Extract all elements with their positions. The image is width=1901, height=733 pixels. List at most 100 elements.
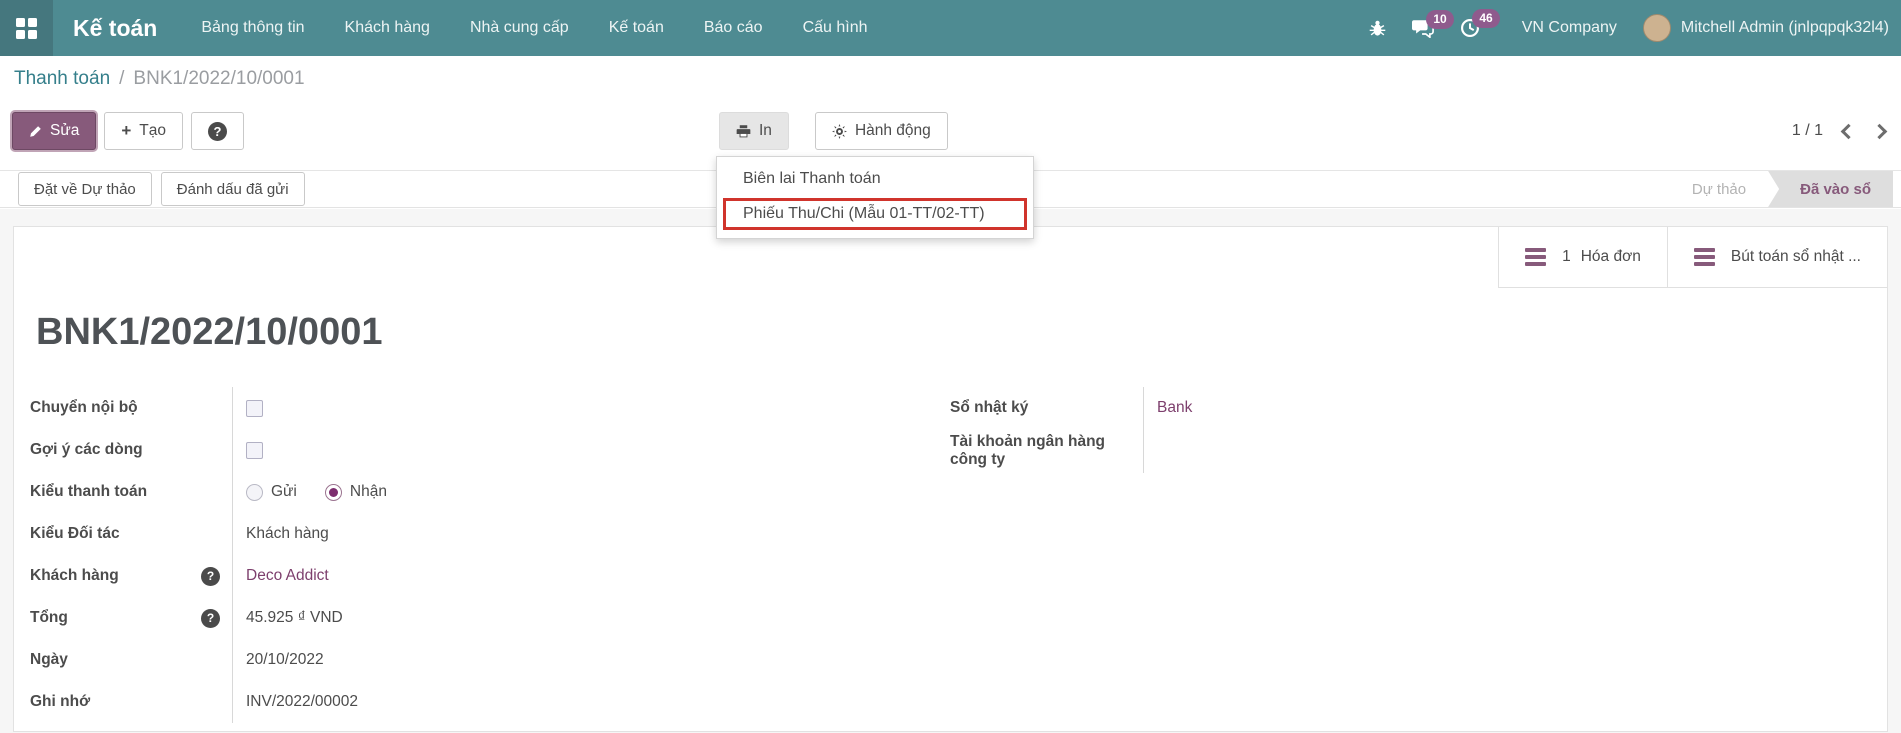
journal-items-icon bbox=[1525, 248, 1546, 266]
edit-button-label: Sửa bbox=[50, 122, 79, 140]
edit-button[interactable]: Sửa bbox=[12, 112, 96, 150]
mark-as-sent-button[interactable]: Đánh dấu đã gửi bbox=[161, 172, 305, 206]
internal-transfer-checkbox[interactable] bbox=[246, 400, 263, 417]
print-menu-button[interactable]: In bbox=[719, 112, 789, 150]
field-help-icon: ? bbox=[201, 609, 220, 628]
activities-menu-button[interactable]: 46 bbox=[1460, 18, 1480, 38]
statusbar-buttons: Đặt về Dự thảo Đánh dấu đã gửi bbox=[0, 172, 305, 206]
pager: 1 / 1 bbox=[1792, 112, 1885, 150]
payment-type-label: Kiểu thanh toán bbox=[30, 483, 147, 501]
user-avatar bbox=[1643, 14, 1671, 42]
nav-item-reporting[interactable]: Báo cáo bbox=[704, 19, 763, 37]
payment-type-option-receive[interactable]: Nhận bbox=[325, 483, 387, 501]
field-total: Tổng ? 45.925 ₫ VND bbox=[30, 597, 910, 639]
action-button-label: Hành động bbox=[855, 122, 931, 140]
suggest-lines-checkbox[interactable] bbox=[246, 442, 263, 459]
apps-menu-button[interactable] bbox=[0, 0, 53, 56]
toolbar-left: Sửa + Tạo ? bbox=[12, 112, 244, 150]
invoices-stat-button[interactable]: 1 Hóa đơn bbox=[1498, 227, 1667, 288]
create-button[interactable]: + Tạo bbox=[104, 112, 183, 150]
total-value: 45.925 ₫ VND bbox=[246, 609, 343, 627]
content-area: 1 Hóa đơn Bút toán sổ nhật ... BNK1/2022… bbox=[0, 209, 1901, 733]
pager-next-button[interactable] bbox=[1872, 123, 1888, 139]
top-navbar: Kế toán Bảng thông tin Khách hàng Nhà cu… bbox=[0, 0, 1901, 56]
field-date: Ngày 20/10/2022 bbox=[30, 639, 910, 681]
field-memo: Ghi nhớ INV/2022/00002 bbox=[30, 681, 910, 723]
user-menu[interactable]: Mitchell Admin (jnlpqpqk32l4) bbox=[1643, 14, 1889, 42]
breadcrumb-current: BNK1/2022/10/0001 bbox=[133, 68, 304, 90]
control-panel: Sửa + Tạo ? In Hành bbox=[0, 102, 1901, 160]
main-menu: Bảng thông tin Khách hàng Nhà cung cấp K… bbox=[201, 19, 867, 37]
debug-menu-button[interactable] bbox=[1369, 19, 1386, 38]
status-step-draft[interactable]: Dự thảo bbox=[1670, 171, 1768, 207]
field-suggest-lines: Gợi ý các dòng bbox=[30, 429, 910, 471]
apps-grid-icon bbox=[16, 18, 37, 39]
plus-icon: + bbox=[121, 121, 131, 141]
field-payment-type: Kiểu thanh toán Gửi Nhận bbox=[30, 471, 910, 513]
toolbar-actions: In Hành động bbox=[719, 112, 948, 150]
partner-type-value: Khách hàng bbox=[246, 525, 329, 543]
field-group-right: Sổ nhật ký Bank Tài khoản ngân hàng công… bbox=[950, 387, 1860, 473]
field-customer: Khách hàng ? Deco Addict bbox=[30, 555, 910, 597]
internal-transfer-label: Chuyển nội bộ bbox=[30, 399, 138, 417]
company-switcher[interactable]: VN Company bbox=[1522, 19, 1617, 37]
pencil-icon bbox=[29, 125, 42, 138]
create-button-label: Tạo bbox=[139, 122, 166, 140]
date-value: 20/10/2022 bbox=[246, 651, 324, 669]
customer-label: Khách hàng bbox=[30, 567, 119, 585]
breadcrumb: Thanh toán / BNK1/2022/10/0001 bbox=[0, 56, 1901, 102]
nav-item-dashboard[interactable]: Bảng thông tin bbox=[201, 19, 304, 37]
field-internal-transfer: Chuyển nội bộ bbox=[30, 387, 910, 429]
field-journal: Sổ nhật ký Bank bbox=[950, 387, 1860, 429]
nav-item-configuration[interactable]: Cấu hình bbox=[803, 19, 868, 37]
journal-label: Sổ nhật ký bbox=[950, 399, 1028, 417]
memo-value: INV/2022/00002 bbox=[246, 693, 358, 711]
total-label: Tổng bbox=[30, 609, 68, 627]
field-group-left: Chuyển nội bộ Gợi ý các dòng Kiểu thanh … bbox=[30, 387, 910, 723]
gear-icon bbox=[832, 124, 847, 139]
company-bank-account-label: Tài khoản ngân hàng công ty bbox=[950, 433, 1131, 469]
pager-previous-button[interactable] bbox=[1841, 123, 1857, 139]
status-step-posted[interactable]: Đã vào sổ bbox=[1768, 171, 1893, 207]
radio-checked-icon bbox=[325, 484, 342, 501]
payment-type-receive-label: Nhận bbox=[350, 483, 387, 501]
memo-label: Ghi nhớ bbox=[30, 693, 90, 711]
radio-unchecked-icon bbox=[246, 484, 263, 501]
journal-entry-stat-button[interactable]: Bút toán sổ nhật ... bbox=[1667, 227, 1887, 288]
suggest-lines-label: Gợi ý các dòng bbox=[30, 441, 143, 459]
field-partner-type: Kiểu Đối tác Khách hàng bbox=[30, 513, 910, 555]
pager-counter: 1 / 1 bbox=[1792, 122, 1823, 140]
invoices-count: 1 bbox=[1562, 248, 1571, 266]
customer-link[interactable]: Deco Addict bbox=[246, 567, 329, 585]
print-dropdown-menu: Biên lai Thanh toán Phiếu Thu/Chi (Mẫu 0… bbox=[716, 156, 1034, 239]
menu-item-phieu-thu-chi[interactable]: Phiếu Thu/Chi (Mẫu 01-TT/02-TT) bbox=[723, 198, 1027, 230]
print-button-label: In bbox=[759, 122, 772, 140]
record-title: BNK1/2022/10/0001 bbox=[36, 311, 382, 354]
bug-icon bbox=[1369, 19, 1386, 38]
activities-badge: 46 bbox=[1472, 9, 1499, 28]
set-to-draft-button[interactable]: Đặt về Dự thảo bbox=[18, 172, 152, 206]
partner-type-label: Kiểu Đối tác bbox=[30, 525, 120, 543]
status-steps: Dự thảo Đã vào sổ bbox=[1670, 171, 1893, 207]
help-button[interactable]: ? bbox=[191, 112, 244, 150]
date-label: Ngày bbox=[30, 651, 68, 669]
form-sheet: 1 Hóa đơn Bút toán sổ nhật ... BNK1/2022… bbox=[13, 226, 1888, 732]
menu-item-payment-receipt[interactable]: Biên lai Thanh toán bbox=[717, 163, 1033, 195]
breadcrumb-separator: / bbox=[119, 68, 124, 90]
nav-item-accounting[interactable]: Kế toán bbox=[609, 19, 664, 37]
action-menu-button[interactable]: Hành động bbox=[815, 112, 948, 150]
breadcrumb-parent-link[interactable]: Thanh toán bbox=[14, 68, 110, 90]
user-name: Mitchell Admin (jnlpqpqk32l4) bbox=[1681, 19, 1889, 37]
payment-type-option-send[interactable]: Gửi bbox=[246, 483, 297, 501]
journal-link[interactable]: Bank bbox=[1157, 399, 1192, 417]
nav-item-vendors[interactable]: Nhà cung cấp bbox=[470, 19, 569, 37]
messages-badge: 10 bbox=[1426, 10, 1453, 29]
printer-icon bbox=[736, 124, 751, 139]
stat-button-box: 1 Hóa đơn Bút toán sổ nhật ... bbox=[1498, 227, 1887, 288]
field-help-icon: ? bbox=[201, 567, 220, 586]
journal-items-icon bbox=[1694, 248, 1715, 266]
nav-item-customers[interactable]: Khách hàng bbox=[345, 19, 430, 37]
messages-menu-button[interactable]: 10 bbox=[1412, 19, 1434, 38]
app-title[interactable]: Kế toán bbox=[73, 15, 157, 42]
help-circle-icon: ? bbox=[208, 122, 227, 141]
